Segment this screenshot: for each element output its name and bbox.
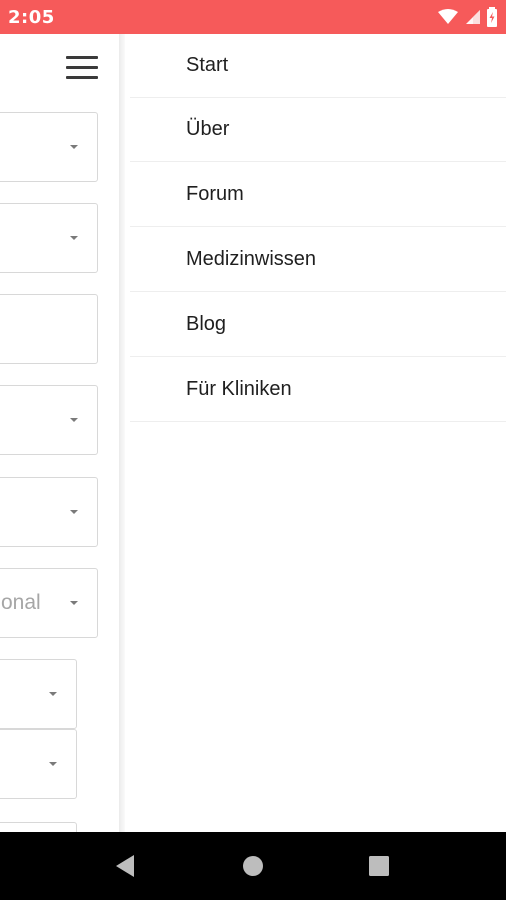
status-icons [438, 7, 498, 27]
select-field[interactable] [0, 729, 77, 799]
status-bar: 2:05 [0, 0, 506, 34]
chevron-down-icon [49, 762, 57, 766]
chevron-down-icon [70, 145, 78, 149]
drawer-item-label: Für Kliniken [186, 378, 292, 400]
back-icon[interactable] [110, 852, 140, 880]
wifi-icon [438, 9, 458, 25]
system-navigation-bar [0, 832, 506, 900]
drawer-item-start[interactable]: Start [130, 34, 506, 98]
select-field[interactable] [0, 385, 98, 455]
drawer-item-blog[interactable]: Blog [130, 293, 506, 357]
drawer-item-ueber[interactable]: Über [130, 98, 506, 162]
navigation-drawer: Start Über Forum Medizinwissen Blog Für … [125, 34, 506, 832]
chevron-down-icon [49, 692, 57, 696]
chevron-down-icon [70, 236, 78, 240]
chevron-down-icon [70, 510, 78, 514]
drawer-item-label: Medizinwissen [186, 248, 317, 270]
chevron-down-icon [70, 601, 78, 605]
drawer-item-forum[interactable]: Forum [130, 163, 506, 227]
drawer-item-label: Start [186, 54, 229, 76]
recents-icon[interactable] [364, 852, 394, 880]
drawer-item-label: Forum [186, 183, 244, 205]
select-field[interactable]: onal [0, 568, 98, 638]
select-field[interactable] [0, 112, 98, 182]
status-time: 2:05 [8, 6, 55, 28]
select-value: onal [1, 591, 41, 614]
cellular-signal-icon [464, 9, 480, 25]
drawer-item-label: Blog [186, 313, 227, 335]
home-icon[interactable] [238, 852, 268, 880]
select-field[interactable] [0, 477, 98, 547]
text-field[interactable] [0, 822, 77, 832]
hamburger-menu-icon[interactable] [66, 56, 98, 80]
select-field[interactable] [0, 203, 98, 273]
underlying-page: onal [0, 34, 121, 832]
drawer-item-fuer-kliniken[interactable]: Für Kliniken [130, 358, 506, 422]
text-field[interactable] [0, 294, 98, 364]
drawer-item-label: Über [186, 118, 230, 140]
drawer-item-medizinwissen[interactable]: Medizinwissen [130, 228, 506, 292]
battery-icon [486, 7, 498, 27]
select-field[interactable] [0, 659, 77, 729]
chevron-down-icon [70, 418, 78, 422]
